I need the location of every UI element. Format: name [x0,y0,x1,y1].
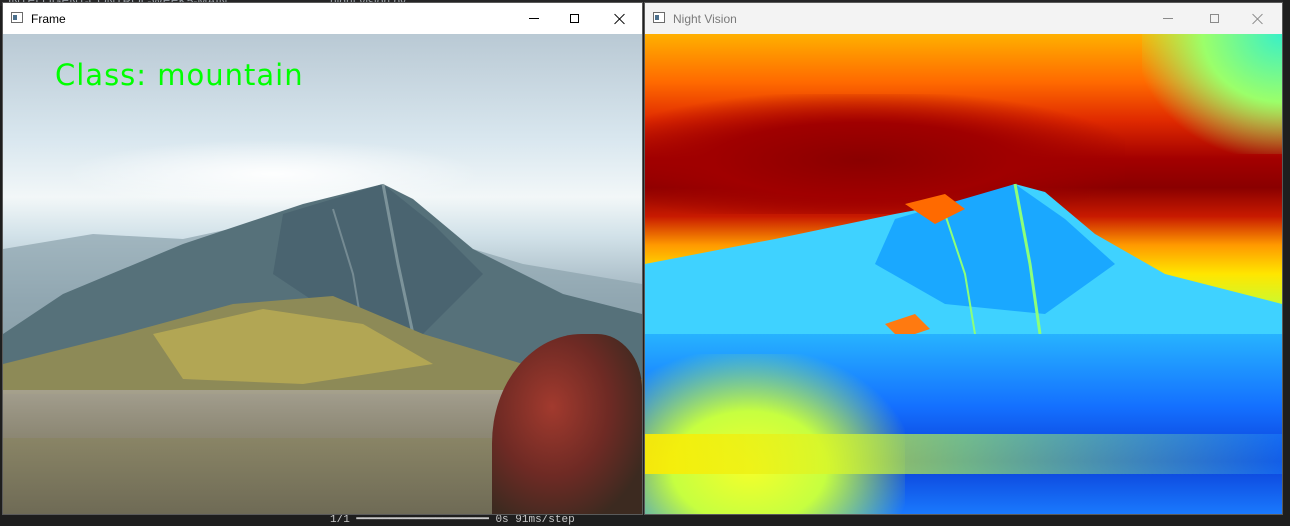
frame-window-title: Frame [31,12,66,26]
maximize-icon [569,14,579,23]
ide-side-strip [1283,0,1290,520]
frame-window: Frame Class: mountain [2,2,643,515]
frame-image: Class: mountain [3,34,642,514]
thermal-warm-strip [645,434,1282,474]
frame-titlebar[interactable]: Frame [3,3,642,34]
night-vision-minimize-button[interactable] [1145,3,1191,34]
frame-maximize-button[interactable] [551,3,597,34]
close-icon [614,13,626,25]
window-app-icon [11,12,23,23]
night-vision-close-button[interactable] [1235,3,1281,34]
minimize-icon [1163,18,1173,19]
close-icon [1252,13,1264,25]
frame-close-button[interactable] [597,3,643,34]
window-app-icon [653,12,665,23]
night-vision-maximize-button[interactable] [1191,3,1237,34]
night-vision-window-title: Night Vision [673,12,737,26]
night-vision-titlebar[interactable]: Night Vision [645,3,1282,34]
night-vision-image [645,34,1282,514]
minimize-icon [529,18,539,19]
night-vision-window: Night Vision [644,2,1283,515]
maximize-icon [1209,14,1219,23]
class-label-overlay: Class: mountain [55,58,304,92]
